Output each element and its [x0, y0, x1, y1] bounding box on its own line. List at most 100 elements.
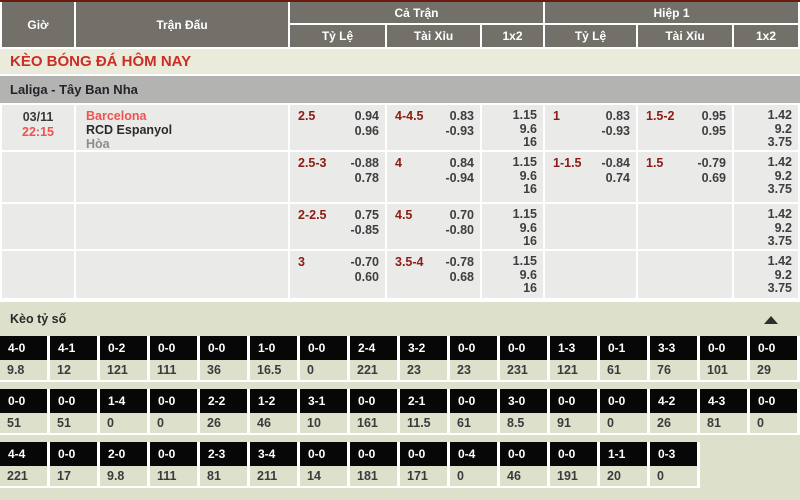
- collapse-up-icon[interactable]: [764, 316, 778, 324]
- score-cell[interactable]: 0-3 0: [650, 442, 700, 488]
- ft-1x2-away-odds[interactable]: 16: [482, 282, 537, 296]
- h1-over-under-cell[interactable]: 1.5 -0.79 0.69: [638, 152, 732, 202]
- score-cell[interactable]: 3-3 76: [650, 336, 700, 382]
- ft-1x2-draw-odds[interactable]: 9.6: [482, 123, 537, 137]
- h1-1x2-home-odds[interactable]: 1.42: [734, 208, 792, 222]
- score-cell[interactable]: 3-4 211: [250, 442, 300, 488]
- ft-handicap-over-odds[interactable]: -0.70: [351, 255, 380, 270]
- score-label[interactable]: 1-2: [250, 389, 297, 413]
- ft-under-odds[interactable]: -0.80: [446, 223, 475, 238]
- ft-1x2-away-odds[interactable]: 16: [482, 136, 537, 150]
- ft-under-odds[interactable]: 0.68: [446, 270, 475, 285]
- score-label[interactable]: 0-4: [450, 442, 497, 466]
- score-cell[interactable]: 2-2 26: [200, 389, 250, 435]
- score-cell[interactable]: 1-0 16.5: [250, 336, 300, 382]
- ft-handicap-under-odds[interactable]: -0.85: [351, 223, 380, 238]
- score-label[interactable]: 0-3: [650, 442, 697, 466]
- h1-over-odds[interactable]: 0.95: [702, 109, 726, 124]
- h1-handicap-under-odds[interactable]: 0.74: [602, 171, 631, 186]
- score-label[interactable]: 0-0: [300, 336, 347, 360]
- ft-over-under-cell[interactable]: 4 0.84 -0.94: [387, 152, 480, 202]
- score-label[interactable]: 3-4: [250, 442, 297, 466]
- ft-handicap-cell[interactable]: 3 -0.70 0.60: [290, 251, 385, 298]
- ft-under-odds[interactable]: -0.94: [446, 171, 475, 186]
- score-cell[interactable]: 3-1 10: [300, 389, 350, 435]
- score-cell[interactable]: 0-0 161: [350, 389, 400, 435]
- score-cell[interactable]: 1-2 46: [250, 389, 300, 435]
- score-label[interactable]: 0-0: [200, 336, 247, 360]
- h1-over-under-cell[interactable]: [638, 204, 732, 249]
- h1-1x2-away-odds[interactable]: 3.75: [734, 136, 792, 150]
- ft-1x2-draw-odds[interactable]: 9.6: [482, 222, 537, 236]
- score-cell[interactable]: 2-3 81: [200, 442, 250, 488]
- score-cell[interactable]: 1-1 20: [600, 442, 650, 488]
- score-label[interactable]: 0-0: [150, 389, 197, 413]
- h1-over-under-cell[interactable]: [638, 251, 732, 298]
- ft-1x2-cell[interactable]: 1.15 9.6 16: [482, 152, 543, 202]
- away-team[interactable]: RCD Espanyol: [86, 123, 288, 137]
- ft-1x2-cell[interactable]: 1.15 9.6 16: [482, 204, 543, 249]
- h1-over-under-cell[interactable]: 1.5-2 0.95 0.95: [638, 105, 732, 150]
- h1-1x2-away-odds[interactable]: 3.75: [734, 183, 792, 197]
- h1-1x2-draw-odds[interactable]: 9.2: [734, 222, 792, 236]
- score-cell[interactable]: 0-0 0: [750, 389, 800, 435]
- score-cell[interactable]: 0-0 101: [700, 336, 750, 382]
- score-cell[interactable]: 0-0 181: [350, 442, 400, 488]
- score-label[interactable]: 3-0: [500, 389, 547, 413]
- ft-over-odds[interactable]: -0.78: [446, 255, 475, 270]
- match-teams-cell[interactable]: [76, 204, 288, 249]
- h1-under-odds[interactable]: 0.69: [698, 171, 727, 186]
- ft-handicap-over-odds[interactable]: 0.94: [355, 109, 379, 124]
- ft-over-under-cell[interactable]: 4.5 0.70 -0.80: [387, 204, 480, 249]
- score-label[interactable]: 0-0: [350, 442, 397, 466]
- ft-handicap-under-odds[interactable]: 0.96: [355, 124, 379, 139]
- match-teams-cell[interactable]: Barcelona RCD Espanyol Hòa: [76, 105, 288, 150]
- score-cell[interactable]: 4-0 9.8: [0, 336, 50, 382]
- score-cell[interactable]: 0-1 61: [600, 336, 650, 382]
- score-label[interactable]: 0-0: [550, 442, 597, 466]
- score-cell[interactable]: 2-4 221: [350, 336, 400, 382]
- ft-1x2-draw-odds[interactable]: 9.6: [482, 269, 537, 283]
- h1-1x2-cell[interactable]: 1.42 9.2 3.75: [734, 105, 798, 150]
- home-team[interactable]: Barcelona: [86, 109, 288, 123]
- score-label[interactable]: 0-0: [500, 442, 547, 466]
- score-cell[interactable]: 0-0 46: [500, 442, 550, 488]
- ft-handicap-cell[interactable]: 2-2.5 0.75 -0.85: [290, 204, 385, 249]
- score-label[interactable]: 3-3: [650, 336, 697, 360]
- score-cell[interactable]: 4-3 81: [700, 389, 750, 435]
- score-cell[interactable]: 0-0 61: [450, 389, 500, 435]
- score-label[interactable]: 2-3: [200, 442, 247, 466]
- score-cell[interactable]: 0-0 51: [50, 389, 100, 435]
- score-cell[interactable]: 0-0 171: [400, 442, 450, 488]
- score-label[interactable]: 0-1: [600, 336, 647, 360]
- score-label[interactable]: 3-2: [400, 336, 447, 360]
- score-cell[interactable]: 0-0 91: [550, 389, 600, 435]
- ft-handicap-over-odds[interactable]: -0.88: [351, 156, 380, 171]
- ft-handicap-under-odds[interactable]: 0.60: [351, 270, 380, 285]
- match-teams-cell[interactable]: [76, 251, 288, 298]
- score-label[interactable]: 0-0: [450, 336, 497, 360]
- ft-over-under-cell[interactable]: 3.5-4 -0.78 0.68: [387, 251, 480, 298]
- score-label[interactable]: 0-0: [150, 336, 197, 360]
- ft-handicap-cell[interactable]: 2.5 0.94 0.96: [290, 105, 385, 150]
- score-cell[interactable]: 3-0 8.5: [500, 389, 550, 435]
- score-label[interactable]: 0-0: [600, 389, 647, 413]
- score-cell[interactable]: 0-0 0: [150, 389, 200, 435]
- score-label[interactable]: 0-0: [450, 389, 497, 413]
- score-cell[interactable]: 0-0 36: [200, 336, 250, 382]
- ft-1x2-draw-odds[interactable]: 9.6: [482, 170, 537, 184]
- score-cell[interactable]: 0-0 0: [600, 389, 650, 435]
- score-label[interactable]: 0-0: [500, 336, 547, 360]
- score-label[interactable]: 1-3: [550, 336, 597, 360]
- score-label[interactable]: 2-4: [350, 336, 397, 360]
- score-label[interactable]: 1-4: [100, 389, 147, 413]
- ft-handicap-over-odds[interactable]: 0.75: [351, 208, 380, 223]
- score-cell[interactable]: 2-0 9.8: [100, 442, 150, 488]
- h1-1x2-draw-odds[interactable]: 9.2: [734, 269, 792, 283]
- h1-handicap-over-odds[interactable]: -0.84: [602, 156, 631, 171]
- score-label[interactable]: 4-0: [0, 336, 47, 360]
- score-label[interactable]: 4-3: [700, 389, 747, 413]
- h1-handicap-cell[interactable]: [545, 251, 636, 298]
- score-cell[interactable]: 0-0 0: [300, 336, 350, 382]
- score-label[interactable]: 0-0: [750, 389, 797, 413]
